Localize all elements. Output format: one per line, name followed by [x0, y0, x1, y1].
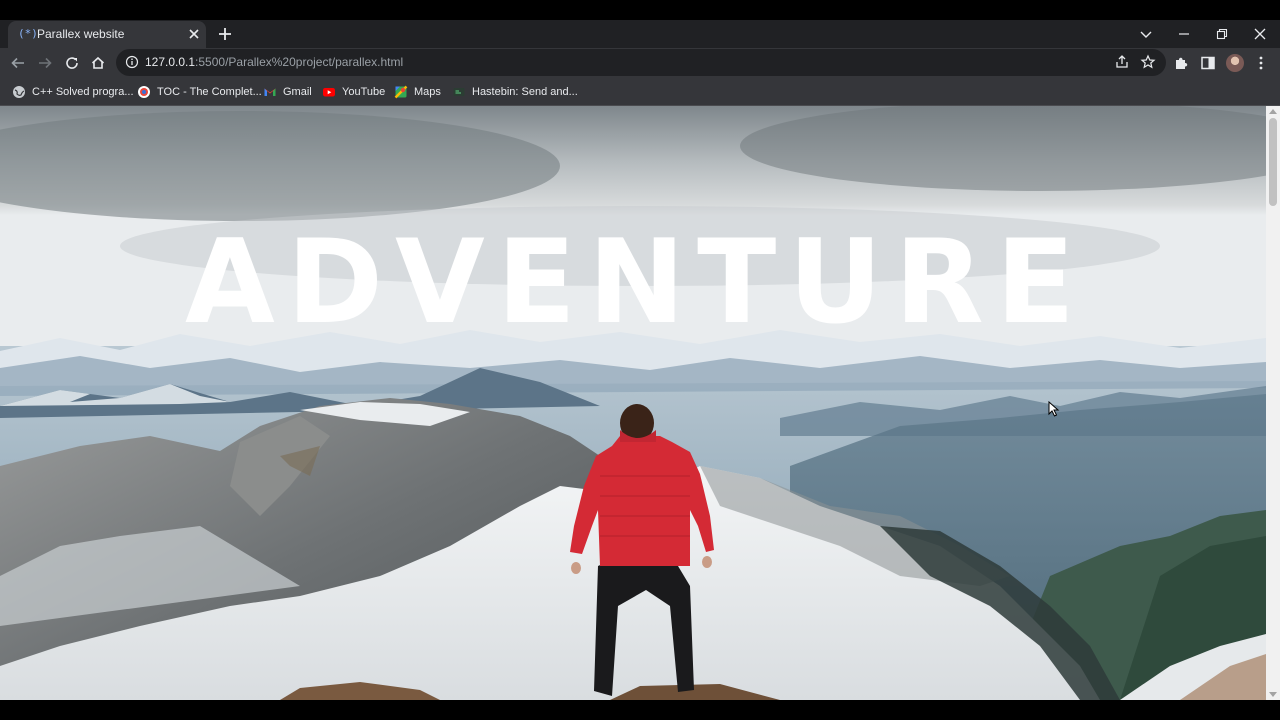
- bookmark-label: Maps: [414, 86, 441, 98]
- tab-parallex-website[interactable]: (*) Parallex website: [8, 21, 206, 48]
- new-tab-icon[interactable]: [216, 25, 234, 43]
- forward-arrow-icon[interactable]: [36, 54, 54, 72]
- hero-headline: ADVENTURE: [184, 215, 1088, 350]
- maps-icon: [394, 85, 408, 99]
- bookmark-label: C++ Solved progra...: [32, 86, 134, 98]
- bookmark-toc[interactable]: TOC - The Complet...: [137, 83, 262, 101]
- side-panel-icon[interactable]: [1199, 54, 1217, 72]
- code-favicon-icon: (*): [18, 27, 38, 40]
- tab-strip: (*) Parallex website: [0, 20, 1280, 48]
- info-icon[interactable]: [125, 55, 139, 69]
- url-path: :5500/Parallex%20project/parallex.html: [195, 55, 404, 69]
- mouse-pointer-icon: [1048, 401, 1060, 417]
- window-bottom-border: [0, 700, 1280, 720]
- bookmark-label: Gmail: [283, 86, 312, 98]
- bookmark-label: TOC - The Complet...: [157, 86, 262, 98]
- site-favicon-icon: [138, 86, 150, 98]
- home-icon[interactable]: [89, 54, 107, 72]
- menu-kebab-icon[interactable]: [1252, 54, 1270, 72]
- page-viewport: ADVENTURE: [0, 106, 1266, 700]
- youtube-icon: [323, 88, 335, 97]
- bookmarks-bar: C++ Solved progra... TOC - The Complet..…: [0, 78, 1280, 106]
- hero-background-image: [0, 106, 1266, 700]
- close-tab-icon[interactable]: [186, 26, 202, 42]
- gmail-icon: [264, 88, 276, 96]
- profile-avatar[interactable]: [1226, 54, 1244, 72]
- url-host: 127.0.0.1: [145, 55, 196, 69]
- address-bar[interactable]: 127.0.0.1:5500/Parallex%20project/parall…: [116, 49, 1166, 76]
- browser-toolbar: 127.0.0.1:5500/Parallex%20project/parall…: [0, 48, 1280, 78]
- bookmark-cpp-solved[interactable]: C++ Solved progra...: [12, 83, 134, 101]
- scrollbar-thumb[interactable]: [1269, 118, 1277, 206]
- tab-search-chevron-icon[interactable]: [1136, 24, 1156, 44]
- back-arrow-icon[interactable]: [9, 54, 27, 72]
- minimize-icon[interactable]: [1174, 24, 1194, 44]
- share-icon[interactable]: [1114, 54, 1130, 70]
- restore-icon[interactable]: [1212, 24, 1232, 44]
- bookmark-hastebin[interactable]: Hastebin: Send and...: [452, 83, 578, 101]
- reload-icon[interactable]: [63, 54, 81, 72]
- extensions-puzzle-icon[interactable]: [1172, 54, 1190, 72]
- bookmark-label: YouTube: [342, 86, 386, 98]
- bookmark-maps[interactable]: Maps: [394, 83, 441, 101]
- scroll-up-arrow-icon[interactable]: [1269, 109, 1277, 114]
- bookmark-label: Hastebin: Send and...: [472, 86, 578, 98]
- tab-title: Parallex website: [37, 27, 125, 41]
- vertical-scrollbar[interactable]: [1266, 106, 1280, 700]
- window-top-border: [0, 0, 1280, 20]
- hastebin-icon: [453, 88, 465, 96]
- scroll-down-arrow-icon[interactable]: [1269, 692, 1277, 697]
- url-text[interactable]: 127.0.0.1:5500/Parallex%20project/parall…: [145, 55, 403, 70]
- bookmark-star-icon[interactable]: [1140, 54, 1156, 70]
- globe-icon: [13, 86, 25, 98]
- bookmark-youtube[interactable]: YouTube: [322, 83, 385, 101]
- close-window-icon[interactable]: [1250, 24, 1270, 44]
- bookmark-gmail[interactable]: Gmail: [263, 83, 312, 101]
